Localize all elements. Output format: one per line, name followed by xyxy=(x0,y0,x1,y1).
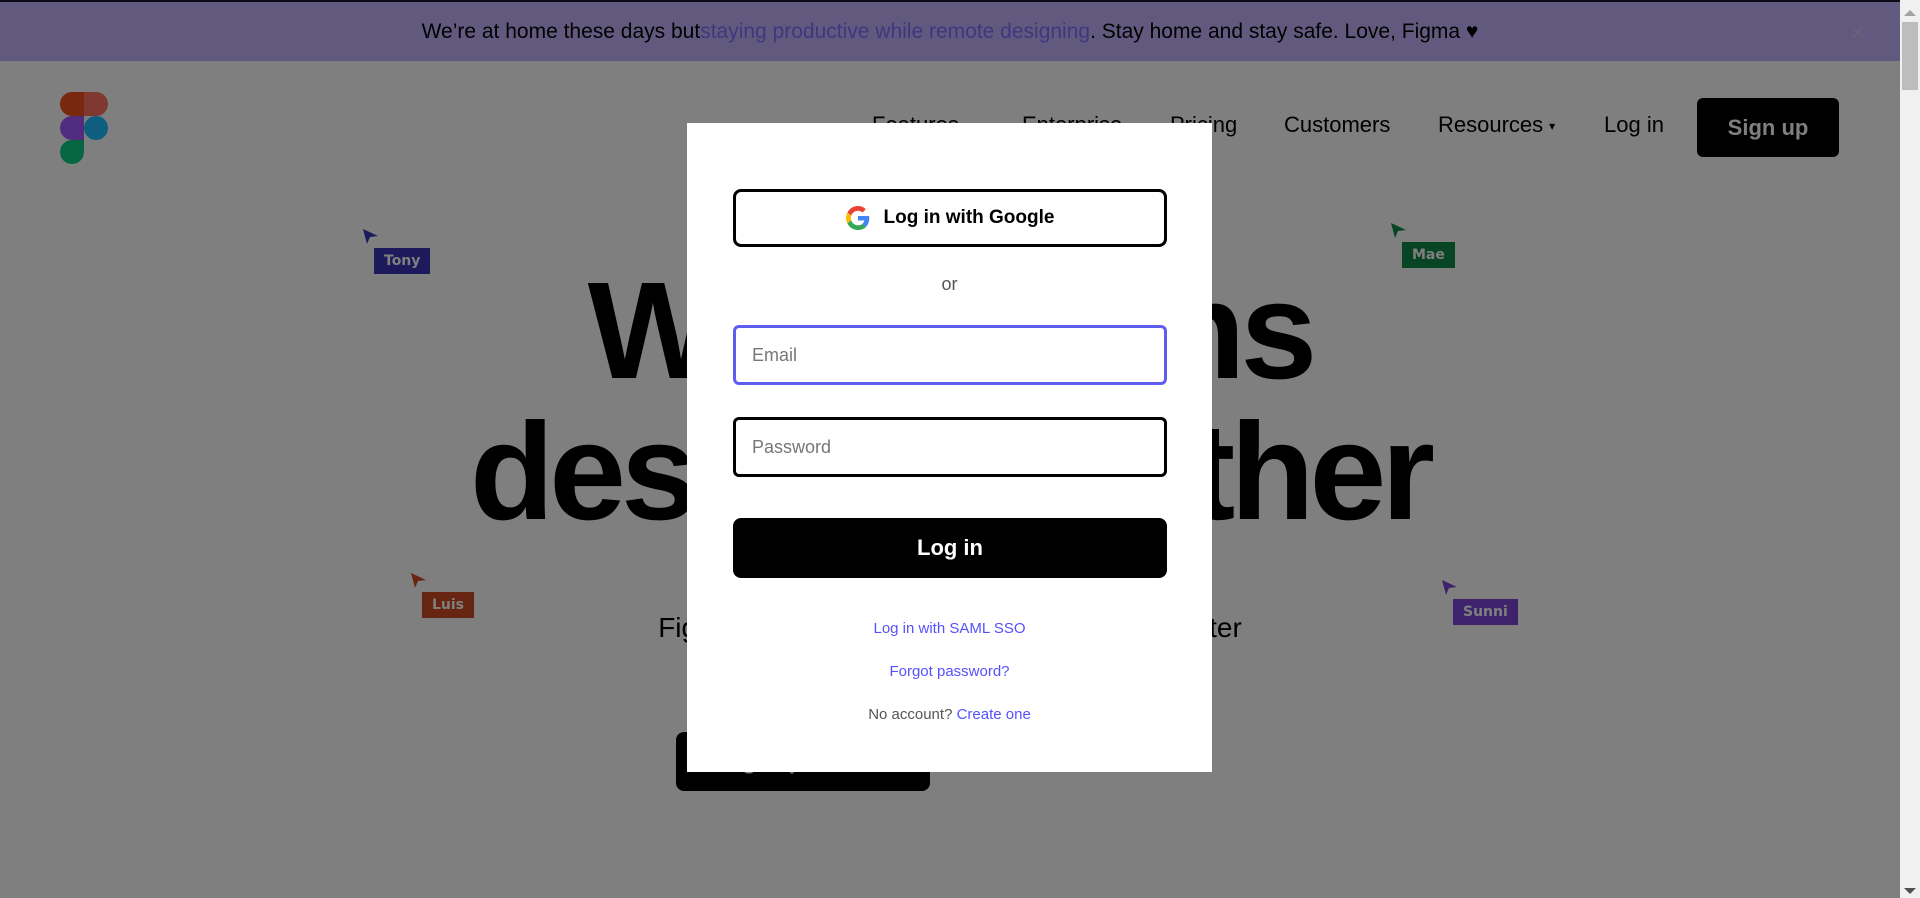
no-account-row: No account? Create one xyxy=(687,706,1212,723)
google-icon xyxy=(845,206,869,230)
or-divider: or xyxy=(941,274,958,294)
create-account-link[interactable]: Create one xyxy=(957,706,1031,723)
email-input[interactable] xyxy=(733,325,1167,385)
figma-landing-page: We’re at home these days but staying pro… xyxy=(0,0,1900,898)
password-input[interactable] xyxy=(733,417,1167,477)
vertical-scrollbar[interactable] xyxy=(1900,0,1920,898)
scroll-up-arrow-icon[interactable] xyxy=(1904,10,1916,16)
scrollbar-thumb[interactable] xyxy=(1902,22,1918,90)
google-login-button[interactable]: Log in with Google xyxy=(733,189,1167,247)
scroll-down-arrow-icon[interactable] xyxy=(1904,888,1916,894)
google-login-label: Log in with Google xyxy=(883,207,1055,228)
login-modal: Log in with Google or Log in Log in with… xyxy=(687,123,1212,772)
login-button[interactable]: Log in xyxy=(733,518,1167,578)
no-account-label: No account? xyxy=(868,706,953,723)
forgot-password-link[interactable]: Forgot password? xyxy=(687,663,1212,680)
saml-sso-link[interactable]: Log in with SAML SSO xyxy=(687,620,1212,637)
